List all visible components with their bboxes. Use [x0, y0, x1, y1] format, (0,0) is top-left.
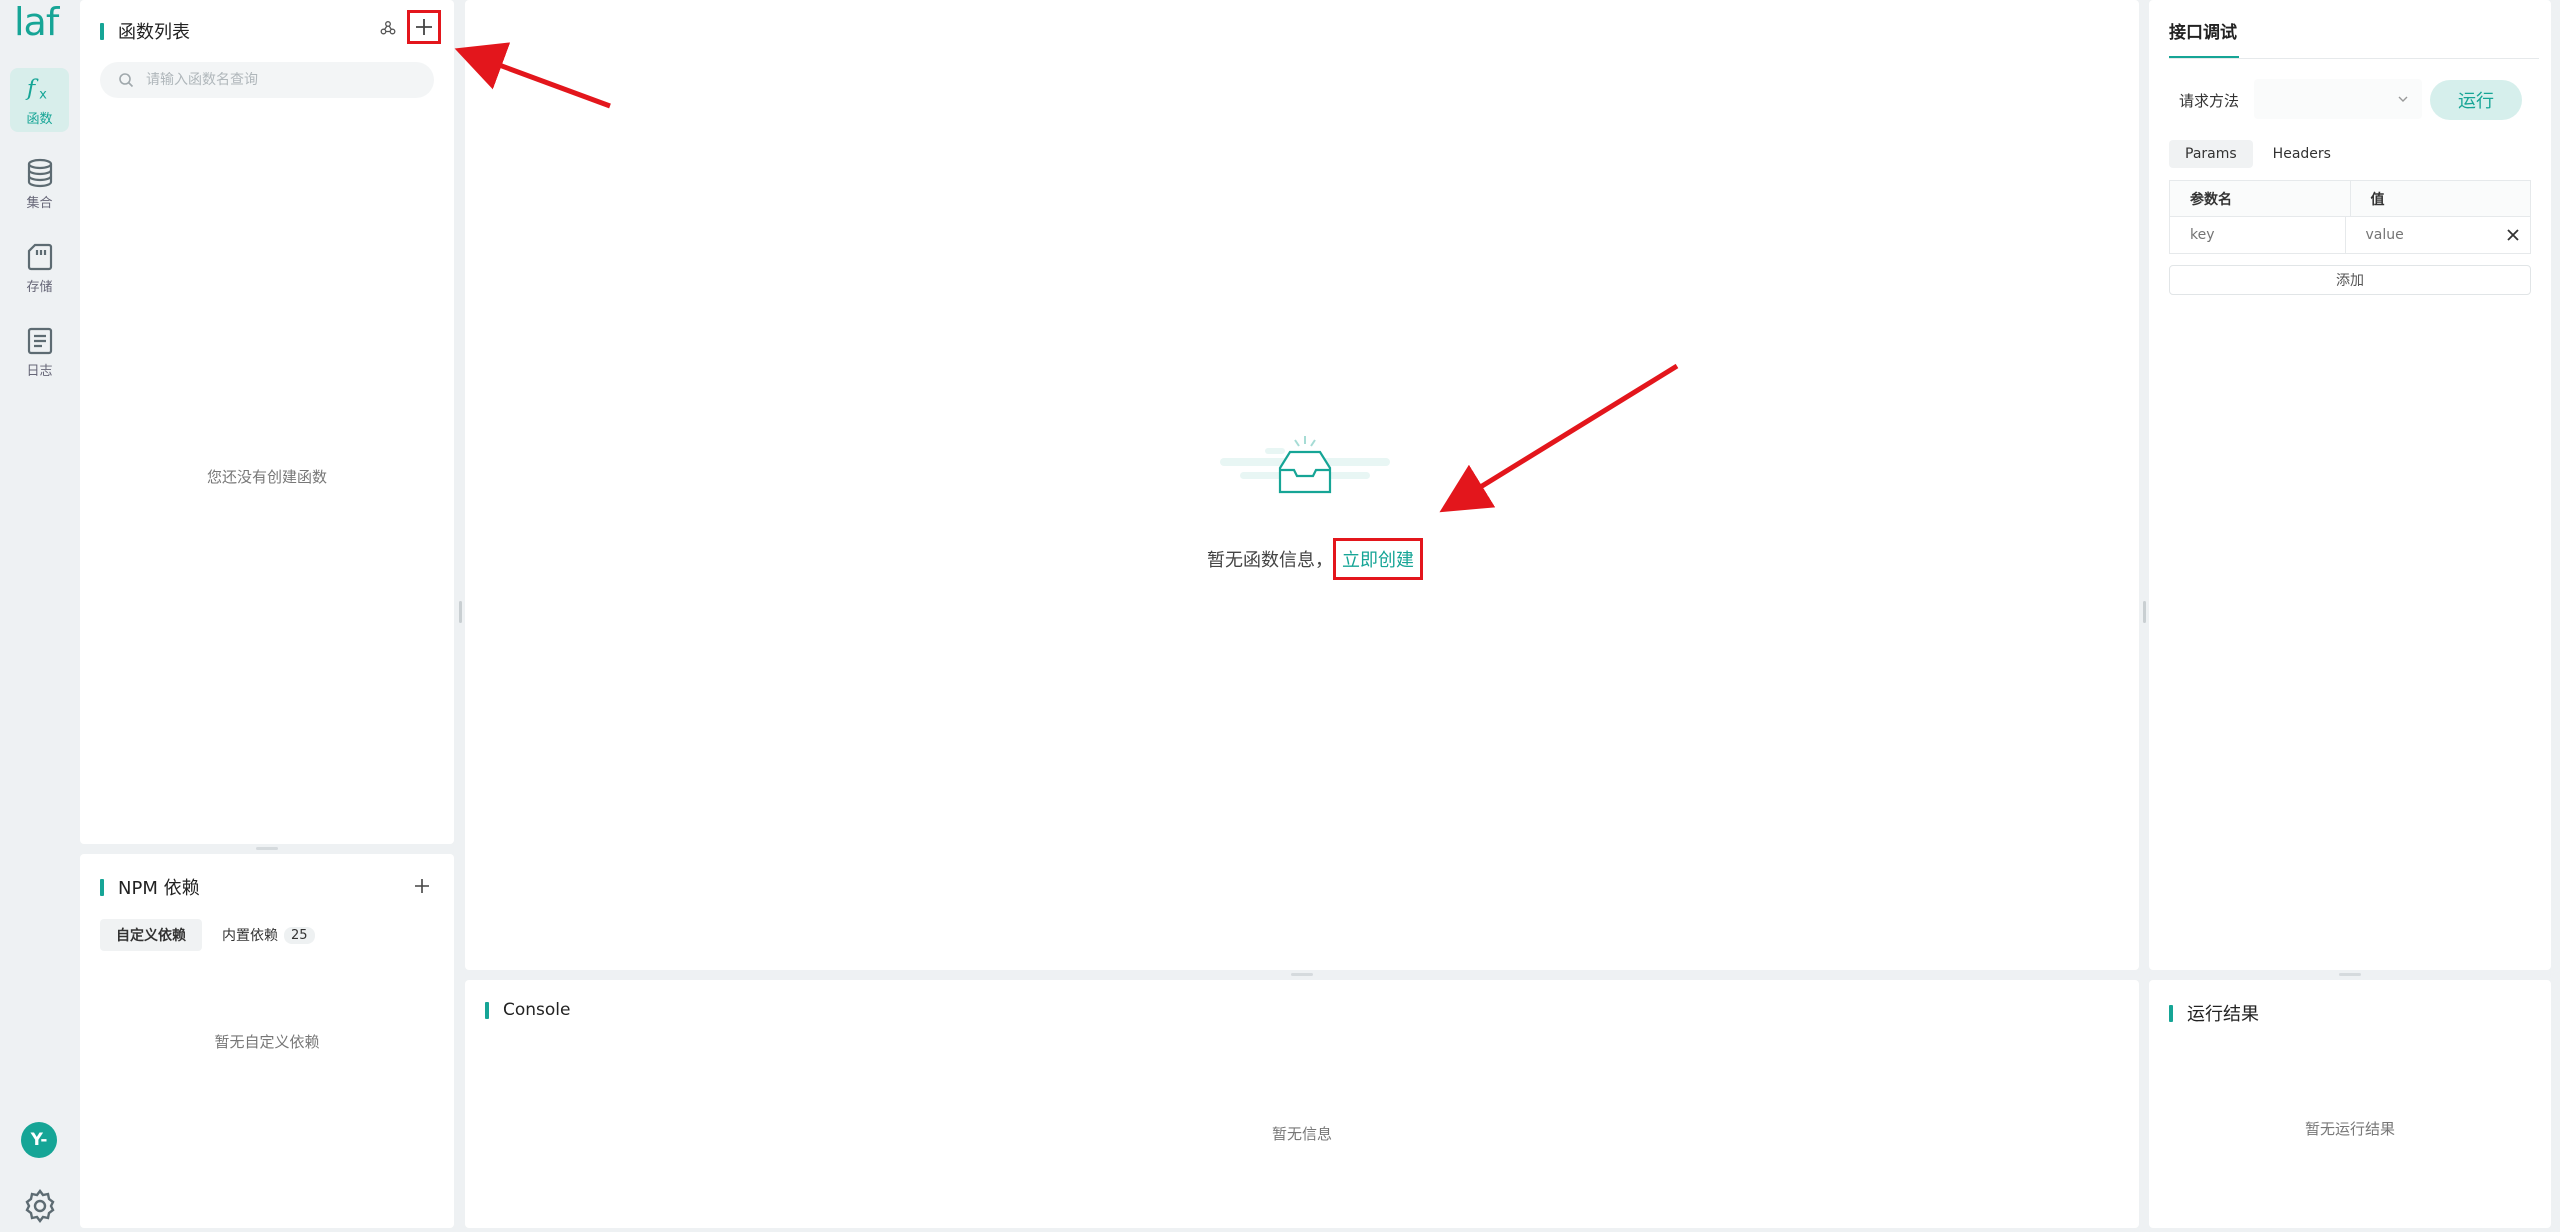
- table-row: [2170, 217, 2530, 253]
- nav-label: 日志: [26, 363, 53, 379]
- api-debug-title[interactable]: 接口调试: [2169, 18, 2237, 43]
- nav-item-functions[interactable]: fx 函数: [10, 68, 69, 132]
- user-avatar[interactable]: Y-: [21, 1122, 57, 1158]
- plus-icon: [415, 879, 429, 893]
- npm-dependency-panel: NPM 依赖 自定义依赖 内置依赖 25 暂无自定义依赖: [80, 854, 454, 1228]
- nav-label: 函数: [26, 111, 53, 127]
- dependency-graph-icon[interactable]: [376, 16, 400, 40]
- tab-label: 内置依赖: [222, 928, 278, 944]
- function-search-input[interactable]: [146, 72, 406, 88]
- editor-panel: 暂无函数信息， 立即创建: [465, 0, 2139, 970]
- function-list-panel: 函数列表 您还没有创建函数: [80, 0, 454, 844]
- app-logo[interactable]: laf: [14, 0, 59, 44]
- nav-item-storage[interactable]: 存储: [10, 236, 69, 300]
- table-header-row: 参数名 值: [2170, 181, 2530, 217]
- tab-headers[interactable]: Headers: [2257, 140, 2347, 168]
- npm-title: NPM 依赖: [118, 878, 200, 899]
- annotation-arrows: [1439, 363, 1679, 513]
- console-panel: Console 暂无信息: [465, 980, 2139, 1228]
- run-button[interactable]: 运行: [2430, 80, 2522, 120]
- function-icon: fx: [25, 74, 55, 104]
- builtin-count-badge: 25: [284, 926, 315, 944]
- param-value-input[interactable]: [2365, 227, 2486, 243]
- close-icon[interactable]: [2506, 228, 2520, 242]
- resize-handle[interactable]: [2143, 601, 2146, 623]
- resize-handle[interactable]: [459, 601, 462, 623]
- resize-handle[interactable]: [256, 847, 278, 850]
- param-key-input[interactable]: [2190, 227, 2340, 243]
- api-debug-panel: 接口调试 请求方法 运行 Params Headers 参数名 值 添加: [2149, 0, 2551, 970]
- console-title: Console: [503, 1000, 571, 1020]
- annotation-arrow-add: [454, 42, 611, 109]
- settings-gear-icon[interactable]: [22, 1188, 58, 1224]
- function-search[interactable]: [100, 62, 434, 98]
- tab-builtin-dependency[interactable]: 内置依赖 25: [206, 919, 331, 951]
- npm-empty: 暂无自定义依赖: [214, 1033, 320, 1051]
- nav-item-collections[interactable]: 集合: [10, 152, 69, 216]
- chevron-down-icon: [2398, 96, 2408, 102]
- storage-icon: [25, 242, 55, 272]
- title-accent-bar: [485, 1001, 489, 1019]
- left-nav-rail: laf fx 函数 集合 存储 日志 Y-: [0, 0, 78, 1232]
- add-param-button[interactable]: 添加: [2169, 265, 2531, 295]
- column-header-value: 值: [2349, 181, 2531, 216]
- api-tabs: Params Headers: [2169, 140, 2347, 168]
- npm-header: NPM 依赖: [100, 874, 200, 900]
- svg-text:x: x: [39, 87, 47, 102]
- run-result-panel: 运行结果 暂无运行结果: [2149, 980, 2551, 1228]
- divider: [2169, 58, 2539, 59]
- run-result-empty: 暂无运行结果: [2304, 1120, 2395, 1138]
- tab-params[interactable]: Params: [2169, 140, 2253, 168]
- nav-label: 集合: [26, 195, 53, 211]
- npm-tabs: 自定义依赖 内置依赖 25: [100, 919, 331, 951]
- run-result-title: 运行结果: [2187, 1004, 2259, 1025]
- database-icon: [25, 158, 55, 188]
- tab-custom-dependency[interactable]: 自定义依赖: [100, 919, 202, 951]
- request-method-select[interactable]: [2254, 79, 2422, 119]
- resize-handle[interactable]: [2339, 973, 2361, 976]
- title-accent-bar: [2169, 1004, 2173, 1022]
- add-dependency-button[interactable]: [410, 874, 434, 898]
- param-value-cell: [2344, 217, 2531, 253]
- request-method-label: 请求方法: [2179, 92, 2240, 110]
- column-header-param-name: 参数名: [2190, 191, 2232, 208]
- add-function-button[interactable]: [407, 10, 441, 44]
- params-table: 参数名 值: [2169, 180, 2531, 254]
- nav-item-logs[interactable]: 日志: [10, 320, 69, 384]
- nav-label: 存储: [26, 279, 53, 295]
- function-list-title: 函数列表: [118, 22, 190, 43]
- search-icon: [119, 73, 134, 88]
- console-empty: 暂无信息: [1271, 1125, 1332, 1143]
- title-accent-bar: [100, 22, 104, 40]
- console-header: Console: [485, 1000, 571, 1020]
- svg-text:f: f: [25, 75, 39, 101]
- function-list-empty: 您还没有创建函数: [206, 468, 327, 486]
- run-result-header: 运行结果: [2169, 1000, 2259, 1026]
- title-accent-bar: [100, 878, 104, 896]
- log-icon: [25, 326, 55, 356]
- plus-icon: [416, 19, 432, 35]
- resize-handle[interactable]: [1291, 973, 1313, 976]
- function-list-header: 函数列表: [100, 18, 190, 44]
- param-key-cell: [2170, 217, 2345, 253]
